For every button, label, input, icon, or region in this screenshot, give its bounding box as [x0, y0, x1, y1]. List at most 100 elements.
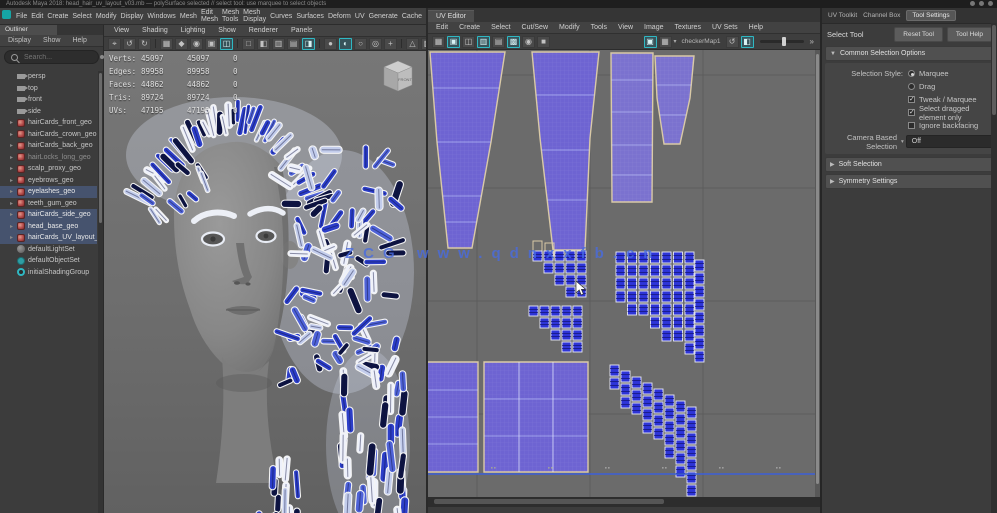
uv-display-image-toggle-icon[interactable]: ▣ — [644, 36, 657, 48]
uv-uv-pin-tool-icon[interactable]: ▩ — [507, 36, 520, 48]
search-field[interactable] — [4, 50, 99, 64]
menu-mesh[interactable]: Mesh — [178, 13, 199, 20]
menu-cache[interactable]: Cache — [400, 13, 424, 20]
viewport-menu-renderer[interactable]: Renderer — [247, 27, 280, 34]
uv-checker-toggle-icon[interactable]: ▦ — [659, 36, 672, 48]
expand-arrow-icon[interactable]: ▸ — [10, 223, 17, 230]
radio-marquee[interactable] — [908, 70, 915, 77]
outliner-item-front[interactable]: front — [0, 94, 97, 106]
exposure-slider[interactable] — [760, 40, 804, 43]
section-soft-selection[interactable]: ▶Soft Selection — [825, 157, 994, 172]
outliner-item-eyebrows-geo[interactable]: ▸eyebrows_geo — [0, 175, 97, 187]
viewport-menu-view[interactable]: View — [112, 27, 131, 34]
outliner-item-initialshadinggroup[interactable]: initialShadingGroup — [0, 267, 97, 279]
uv-menu-edit[interactable]: Edit — [434, 24, 450, 31]
checkbox-select-dragged-element-only[interactable] — [908, 109, 915, 116]
tool-help-button[interactable]: Tool Help — [947, 27, 992, 42]
radio-drag[interactable] — [908, 83, 915, 90]
maximize-icon[interactable] — [979, 1, 984, 6]
outliner-scrollbar[interactable] — [98, 71, 103, 513]
outliner-menu-help[interactable]: Help — [70, 37, 88, 44]
menu-windows[interactable]: Windows — [145, 13, 177, 20]
outliner-item-head-base-geo[interactable]: ▸head_base_geo — [0, 221, 97, 233]
uv-reset-exposure-icon[interactable]: ↺ — [726, 36, 739, 48]
viewport-menu-shading[interactable]: Shading — [140, 27, 170, 34]
menu-curves[interactable]: Curves — [268, 13, 294, 20]
menu-create[interactable]: Create — [45, 13, 70, 20]
expand-arrow-icon[interactable]: ▸ — [10, 200, 17, 207]
uv-canvas[interactable] — [428, 50, 820, 497]
slider-thumb[interactable] — [782, 37, 786, 46]
uv-menu-modify[interactable]: Modify — [557, 24, 582, 31]
tool-settings-scrollbar[interactable] — [991, 23, 997, 513]
viewport-menu-panels[interactable]: Panels — [289, 27, 314, 34]
viewport-menu-show[interactable]: Show — [216, 27, 238, 34]
section-symmetry-settings[interactable]: ▶Symmetry Settings — [825, 174, 994, 189]
outliner-item-haircards-side-geo[interactable]: ▸hairCards_side_geo — [0, 209, 97, 221]
uv-menu-uv-sets[interactable]: UV Sets — [710, 24, 740, 31]
menu-mesh-display[interactable]: Mesh Display — [241, 9, 268, 23]
texture-dropdown-caret[interactable]: ▾ — [674, 38, 677, 45]
expand-arrow-icon[interactable]: ▸ — [10, 119, 17, 126]
outliner-item-hairlocks-long-geo[interactable]: ▸hairLocks_long_geo — [0, 152, 97, 164]
menu-generate[interactable]: Generate — [367, 13, 400, 20]
outliner-item-teeth-gum-geo[interactable]: ▸teeth_gum_geo — [0, 198, 97, 210]
uv-menu-create[interactable]: Create — [457, 24, 482, 31]
uv-uv-isolate-select-icon[interactable]: ■ — [537, 36, 550, 48]
outliner-item-defaultlightset[interactable]: defaultLightSet — [0, 244, 97, 256]
outliner-item-haircards-crown-geo[interactable]: ▸hairCards_crown_geo — [0, 129, 97, 141]
uv-uv-optimize-tool-icon[interactable]: ◉ — [522, 36, 535, 48]
window-controls[interactable] — [970, 1, 993, 6]
uv-menu-view[interactable]: View — [616, 24, 635, 31]
outliner-item-scalp-proxy-geo[interactable]: ▸scalp_proxy_geo — [0, 163, 97, 175]
search-input[interactable] — [22, 53, 96, 62]
uv-shell-layout[interactable] — [428, 50, 820, 497]
outliner-menu-display[interactable]: Display — [6, 37, 33, 44]
expand-arrow-icon[interactable]: ▸ — [10, 154, 17, 161]
uv-menu-cut-sew[interactable]: Cut/Sew — [520, 24, 550, 31]
menu-deform[interactable]: Deform — [326, 13, 353, 20]
toolbar-overflow-icon[interactable]: » — [810, 37, 814, 46]
expand-arrow-icon[interactable]: ▸ — [10, 177, 17, 184]
uv-horizontal-scrollbar[interactable] — [434, 499, 664, 504]
menu-mesh-tools[interactable]: Mesh Tools — [220, 9, 241, 23]
viewport-menu-lighting[interactable]: Lighting — [179, 27, 208, 34]
expand-arrow-icon[interactable]: ▸ — [10, 165, 17, 172]
expand-arrow-icon[interactable]: ▸ — [10, 142, 17, 149]
scrollbar-thumb[interactable] — [99, 73, 102, 223]
expand-arrow-icon[interactable]: ▸ — [10, 131, 17, 138]
outliner-item-defaultobjectset[interactable]: defaultObjectSet — [0, 255, 97, 267]
menu-edit-mesh[interactable]: Edit Mesh — [199, 9, 220, 23]
view-cube[interactable]: FRONT — [376, 53, 420, 97]
scrollbar-thumb[interactable] — [992, 25, 996, 115]
outliner-item-side[interactable]: side — [0, 106, 97, 118]
outliner-item-persp[interactable]: persp — [0, 71, 97, 83]
menu-file[interactable]: File — [14, 13, 29, 20]
dock-tab-uv-toolkit[interactable]: UV Toolkit — [828, 12, 857, 19]
expand-arrow-icon[interactable]: ▸ — [10, 188, 17, 195]
texture-dropdown[interactable]: checkerMap1 — [682, 38, 721, 45]
dock-tab-channel-box[interactable]: Channel Box — [863, 12, 900, 19]
menu-modify[interactable]: Modify — [94, 13, 119, 20]
section-common-selection-options[interactable]: ▼ Common Selection Options — [825, 46, 994, 61]
dock-tab-tool-settings[interactable]: Tool Settings — [906, 10, 955, 21]
uv-uv-lattice-tool-icon[interactable]: ▦ — [432, 36, 445, 48]
expand-arrow-icon[interactable]: ▸ — [10, 234, 17, 241]
perspective-viewport[interactable]: ViewShadingLightingShowRendererPanels ⌖↺… — [104, 25, 426, 513]
outliner-tab[interactable]: Outliner — [0, 25, 57, 35]
uv-editor-tab[interactable]: UV Editor — [428, 10, 474, 22]
menu-surfaces[interactable]: Surfaces — [294, 13, 326, 20]
uv-menu-select[interactable]: Select — [489, 24, 512, 31]
outliner-menu-show[interactable]: Show — [41, 37, 63, 44]
reset-tool-button[interactable]: Reset Tool — [894, 27, 943, 42]
uv-menu-help[interactable]: Help — [747, 24, 765, 31]
checkbox-ignore-backfacing[interactable] — [908, 122, 915, 129]
checkbox-tweak-marquee[interactable] — [908, 96, 915, 103]
outliner-item-top[interactable]: top — [0, 83, 97, 95]
uv-uv-cut-tool-icon[interactable]: ◫ — [462, 36, 475, 48]
scrollbar-thumb[interactable] — [816, 54, 819, 484]
minimize-icon[interactable] — [970, 1, 975, 6]
menu-select[interactable]: Select — [70, 13, 93, 20]
camera-based-selection-dropdown[interactable]: Off — [906, 135, 994, 148]
uv-uv-move-tool-icon[interactable]: ▣ — [447, 36, 460, 48]
